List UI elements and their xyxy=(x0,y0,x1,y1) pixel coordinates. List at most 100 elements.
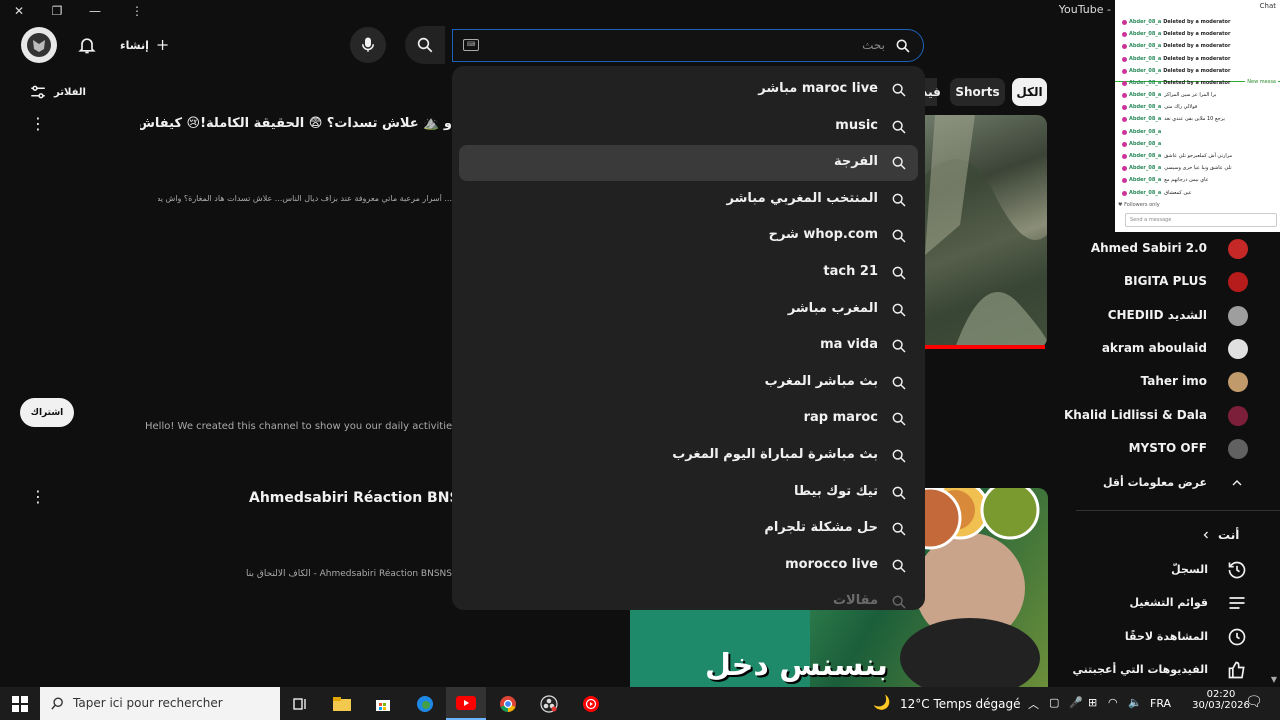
chat-user-badge xyxy=(1122,117,1127,123)
sidebar-channel-item[interactable]: Khalid Lidlissi & Dala xyxy=(1064,399,1280,433)
search-suggestion[interactable]: المغرب مباشر xyxy=(459,292,918,328)
search-suggestion[interactable]: morocco live xyxy=(459,548,918,584)
chat-username[interactable]: Abder_08_a xyxy=(1129,92,1161,98)
chat-deleted: Deleted by a moderator xyxy=(1163,19,1231,25)
suggestion-text: morocco live xyxy=(785,556,878,572)
search-suggestion[interactable]: maroc live مباشر xyxy=(459,72,918,108)
chat-text: تلي عاشق ونبا عيا خرى وسيسي xyxy=(1164,165,1232,172)
notifications-icon[interactable] xyxy=(69,27,105,63)
keyboard-icon[interactable]: ⌨ xyxy=(463,39,479,51)
search-button[interactable] xyxy=(405,26,445,64)
tray-clock[interactable]: 02:20 30/03/2026 xyxy=(1191,689,1251,711)
chat-username[interactable]: Abder_08_a xyxy=(1129,177,1161,183)
channel-name[interactable]: Ahmedsabiri Réaction BNSNS xyxy=(249,490,452,510)
close-window-icon[interactable]: ✕ xyxy=(0,0,38,22)
youtube-app-icon[interactable] xyxy=(446,687,486,720)
chat-username[interactable]: Abder_08_a xyxy=(1129,43,1161,49)
sidebar-channel-item[interactable]: الشديد CHEDIID xyxy=(1075,299,1280,333)
weather-moon-icon[interactable]: 🌙 xyxy=(873,695,890,711)
library-item-label: قوائم التشغيل xyxy=(1129,596,1208,610)
file-explorer-icon[interactable] xyxy=(322,687,362,720)
show-less-button[interactable]: عرض معلومات أقل xyxy=(1075,470,1280,496)
restore-window-icon[interactable]: ❐ xyxy=(38,0,76,22)
tray-device-icon[interactable]: ▢ xyxy=(1049,696,1059,709)
youtube-music-icon[interactable] xyxy=(571,687,611,720)
chat-username[interactable]: Abder_08_a xyxy=(1129,31,1161,37)
search-suggestion[interactable]: حل مشكلة تلجرام xyxy=(459,511,918,547)
chat-username[interactable]: Abder_08_a xyxy=(1129,153,1161,159)
search-input[interactable]: ⌨ بحث xyxy=(452,29,924,62)
chat-username[interactable]: Abder_08_a xyxy=(1129,19,1161,25)
subscribe-button[interactable]: اشتراك xyxy=(20,398,74,427)
avatar[interactable] xyxy=(21,27,57,63)
sidebar-library-item[interactable]: قوائم التشغيل xyxy=(1076,588,1280,618)
obs-icon[interactable] xyxy=(529,687,569,720)
channel-desc-container: Ahmedsabiri Réaction BNSNS - الكاف الالت… xyxy=(244,569,452,583)
filters-button[interactable]: الفلاتر xyxy=(28,82,88,102)
more-options-icon[interactable]: ⋮ xyxy=(30,114,46,133)
chip-shorts[interactable]: Shorts xyxy=(950,78,1005,106)
store-icon[interactable] xyxy=(363,687,403,720)
chat-username[interactable]: Abder_08_a xyxy=(1129,165,1161,171)
sidebar-channel-item[interactable]: Taher imo xyxy=(1075,365,1280,399)
tray-chevron-up-icon[interactable]: ︿ xyxy=(1028,696,1039,712)
tray-microphone-icon[interactable]: 🎤 xyxy=(1069,696,1083,709)
more-window-icon[interactable]: ⋮ xyxy=(118,0,156,22)
sidebar-channel-item[interactable]: akram aboulaid xyxy=(1075,332,1280,366)
search-suggestion[interactable]: tach 21 xyxy=(459,255,918,291)
search-icon xyxy=(891,338,907,354)
chat-username[interactable]: Abder_08_a xyxy=(1129,116,1161,122)
tray-volume-icon[interactable]: 🔈 xyxy=(1128,696,1142,709)
more-options-icon[interactable]: ⋮ xyxy=(30,487,46,507)
sidebar-channel-item[interactable]: BIGITA PLUS xyxy=(1075,265,1280,299)
search-suggestion[interactable]: music xyxy=(459,109,918,145)
chip-all[interactable]: الكل xyxy=(1012,78,1047,106)
search-suggestion[interactable]: المنتخب المغربي مباشر xyxy=(459,182,918,218)
chat-username[interactable]: Abder_08_a xyxy=(1129,190,1161,196)
search-suggestion[interactable]: بث مباشر المغرب xyxy=(459,365,918,401)
search-suggestion[interactable]: مقالات xyxy=(459,584,918,610)
sidebar-channel-item[interactable]: MYSTO OFF xyxy=(1075,432,1280,466)
video-title[interactable]: و ⛰️ علاش تسدات؟ 😨 الحقيقة الكاملة!😢 كيف… xyxy=(140,116,452,131)
taskbar-search[interactable]: Taper ici pour rechercher xyxy=(40,687,280,720)
weather-text[interactable]: 12°C Temps dégagé xyxy=(900,697,1020,711)
chat-username[interactable]: Abder_08_a xyxy=(1129,56,1161,62)
chrome-icon[interactable] xyxy=(488,687,528,720)
search-suggestion[interactable]: ma vida xyxy=(459,328,918,364)
sidebar-library-item[interactable]: السجلّ xyxy=(1076,555,1280,585)
search-suggestion[interactable]: الفرجة xyxy=(459,145,918,182)
search-suggestion[interactable]: rap maroc xyxy=(459,401,918,437)
chat-message: Abder_08_a Deleted by a moderator xyxy=(1129,19,1230,27)
chat-username[interactable]: Abder_08_a xyxy=(1129,68,1161,74)
create-button[interactable]: إنشاء xyxy=(120,33,170,57)
tray-wifi-icon[interactable]: ◠ xyxy=(1108,696,1118,709)
chat-message: Abder_08_a برا المرا عز سين المراكز xyxy=(1129,92,1216,100)
tray-language[interactable]: FRA xyxy=(1150,697,1171,710)
chip-videos[interactable]: فيد xyxy=(921,78,941,106)
tray-network-icon[interactable]: ⊞ xyxy=(1088,696,1097,709)
chat-username[interactable]: Abder_08_a xyxy=(1129,104,1161,110)
search-suggestion[interactable]: whop.com شرح xyxy=(459,218,918,254)
minimize-window-icon[interactable]: — xyxy=(76,0,114,22)
search-suggestion[interactable]: تيك توك بيطا xyxy=(459,475,918,511)
notifications-center-icon[interactable]: 🗨 xyxy=(1245,694,1263,710)
chat-username[interactable]: Abder_08_a xyxy=(1129,80,1161,86)
chat-username[interactable]: Abder_08_a xyxy=(1129,141,1161,147)
sidebar-library-item[interactable]: الفيديوهات التي أعجبتني xyxy=(1073,655,1280,685)
you-section-header[interactable]: أنت xyxy=(1200,524,1260,546)
video-thumbnail[interactable] xyxy=(925,115,1047,348)
sidebar-library-item[interactable]: المشاهدة لاحقًا xyxy=(1076,622,1280,652)
scroll-down-icon[interactable]: ▼ xyxy=(1268,675,1280,685)
video-title-container[interactable]: و ⛰️ علاش تسدات؟ 😨 الحقيقة الكاملة!😢 كيف… xyxy=(140,116,452,138)
task-view-icon[interactable] xyxy=(280,687,320,720)
windows-start-icon[interactable] xyxy=(0,687,40,720)
voice-search-button[interactable] xyxy=(350,27,386,63)
search-icon xyxy=(891,448,907,464)
search-icon xyxy=(417,37,433,53)
edge-icon[interactable] xyxy=(405,687,445,720)
suggestion-text: تيك توك بيطا xyxy=(793,483,878,499)
chat-username[interactable]: Abder_08_a xyxy=(1129,129,1161,135)
search-suggestion[interactable]: بث مباشرة لمباراة اليوم المغرب xyxy=(459,438,918,474)
sidebar-channel-item[interactable]: Ahmed Sabiri 2.0 xyxy=(1075,232,1280,266)
chat-message-input[interactable]: Send a message xyxy=(1125,213,1277,227)
